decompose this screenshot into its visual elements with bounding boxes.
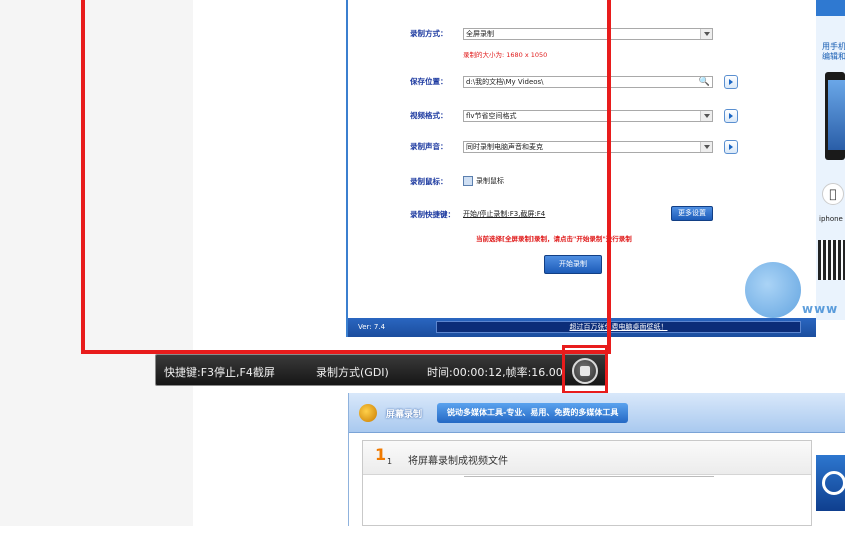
side-app-icon[interactable] <box>816 455 845 511</box>
step-title: 将屏幕录制成视频文件 <box>408 456 508 467</box>
app-logo-icon <box>359 404 377 422</box>
bottom-combo-edge <box>464 476 714 480</box>
screen-recorder-main-window: 屏幕录制 锐动多媒体工具-专业、易用、免费的多媒体工具 1 1 将屏幕录制成视频… <box>348 393 845 526</box>
step-number: 1 <box>375 445 387 464</box>
qr-code-icon <box>818 240 845 280</box>
chevron-down-icon[interactable] <box>700 29 712 39</box>
ad-text-line2: 编辑和 <box>822 52 845 61</box>
phone-image <box>825 72 845 160</box>
folder-search-icon[interactable]: 🔍 <box>699 77 710 87</box>
window-title: 屏幕录制 <box>386 410 423 420</box>
bottom-strip <box>0 526 845 533</box>
stop-hotkey-hint: 快捷键:F3停止,F4截屏 <box>164 366 275 379</box>
apple-icon[interactable]:  <box>822 183 844 205</box>
recording-status-bar: 快捷键:F3停止,F4截屏 录制方式(GDI) 时间:00:00:12,帧率:1… <box>155 354 607 386</box>
audio-settings-button[interactable] <box>724 140 738 154</box>
step-panel: 1 1 将屏幕录制成视频文件 <box>362 440 812 526</box>
recording-time-fps: 时间:00:00:12,帧率:16.00 <box>427 366 563 379</box>
capture-area-highlight <box>81 0 611 354</box>
more-settings-button[interactable]: 更多设置 <box>671 206 713 221</box>
chevron-down-icon[interactable] <box>700 142 712 152</box>
recording-mode-status: 录制方式(GDI) <box>316 366 389 379</box>
watermark-url: www <box>802 302 839 316</box>
step-header: 1 1 将屏幕录制成视频文件 <box>363 441 811 475</box>
window-header: 屏幕录制 锐动多媒体工具-专业、易用、免费的多媒体工具 <box>349 393 845 433</box>
ad-text-line1: 用手机 <box>822 42 845 51</box>
chevron-down-icon[interactable] <box>700 111 712 121</box>
app-slogan: 锐动多媒体工具-专业、易用、免费的多媒体工具 <box>437 403 629 423</box>
stop-recording-button[interactable] <box>572 358 598 384</box>
watermark-logo-icon <box>745 262 801 318</box>
video-format-go-button[interactable] <box>724 109 738 123</box>
ad-header <box>816 0 845 16</box>
iphone-label: iphone <box>819 215 843 223</box>
step-sub-number: 1 <box>387 457 393 466</box>
open-folder-button[interactable] <box>724 75 738 89</box>
ad-text: 用手机 编辑和 <box>822 42 845 62</box>
